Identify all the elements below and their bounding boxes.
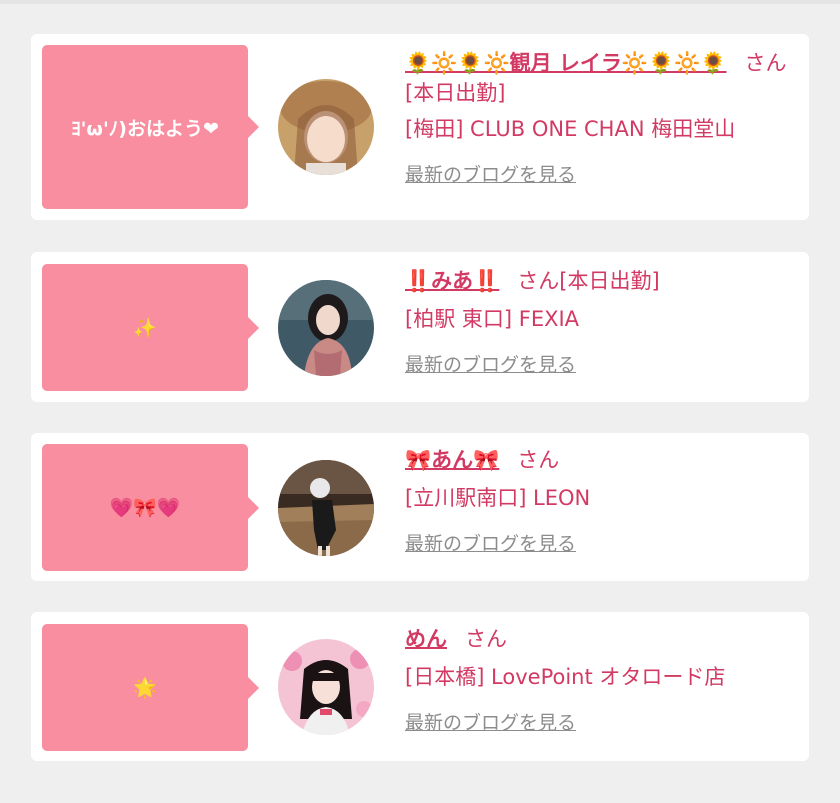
post-card: ✨ ‼️みあ‼️ さん[本日出勤] [柏駅 東口] FEXIA 最新のブログを見る	[31, 252, 809, 402]
message-bubble[interactable]: 💗🎀💗	[42, 444, 259, 571]
latest-blog-link[interactable]: 最新のブログを見る	[405, 350, 799, 380]
message-bubble[interactable]: ﾖ'ω'ﾉ)おはよう❤	[42, 45, 259, 209]
message-text: 💗🎀💗	[109, 497, 181, 519]
message-bubble[interactable]: 🌟	[42, 624, 259, 751]
honorific: さん	[517, 269, 560, 293]
avatar-photo	[278, 639, 374, 735]
honorific: さん	[465, 627, 507, 651]
avatar[interactable]	[278, 460, 374, 556]
girl-name-link[interactable]: 🎀あん🎀	[405, 448, 499, 472]
post-info: ‼️みあ‼️ さん[本日出勤] [柏駅 東口] FEXIA 最新のブログを見る	[405, 266, 799, 380]
shop-name: [梅田] CLUB ONE CHAN 梅田堂山	[405, 117, 736, 141]
status-label: [本日出勤]	[559, 269, 660, 293]
post-card: 🌟 めん さん [日本橋] LovePoint オタロード店 最新のブログを見る	[31, 612, 809, 761]
avatar[interactable]	[278, 639, 374, 735]
avatar-photo	[278, 79, 374, 175]
status-label: [本日出勤]	[405, 81, 506, 105]
avatar[interactable]	[278, 280, 374, 376]
avatar[interactable]	[278, 79, 374, 175]
post-card: 💗🎀💗 🎀あん🎀 さん [立川駅南口] LEON 最新のブログを見る	[31, 433, 809, 581]
post-info: めん さん [日本橋] LovePoint オタロード店 最新のブログを見る	[405, 624, 799, 738]
latest-blog-link[interactable]: 最新のブログを見る	[405, 708, 799, 738]
message-text: ✨	[133, 317, 157, 339]
post-card: ﾖ'ω'ﾉ)おはよう❤ 🌻🔆🌻🔆観月 レイラ🔆🌻🔆🌻 さん [本日出勤] [梅田] …	[31, 34, 809, 220]
message-bubble[interactable]: ✨	[42, 264, 259, 391]
latest-blog-link[interactable]: 最新のブログを見る	[405, 160, 799, 190]
honorific: さん	[517, 448, 560, 472]
shop-name: [日本橋] LovePoint オタロード店	[405, 665, 726, 689]
message-text: 🌟	[133, 677, 157, 699]
shop-name: [立川駅南口] LEON	[405, 486, 591, 510]
girl-name-link[interactable]: 🌻🔆🌻🔆観月 レイラ🔆🌻🔆🌻	[405, 51, 727, 75]
message-text: ﾖ'ω'ﾉ)おはよう❤	[71, 117, 219, 140]
avatar-photo	[278, 280, 374, 376]
post-info: 🌻🔆🌻🔆観月 レイラ🔆🌻🔆🌻 さん [本日出勤] [梅田] CLUB ONE CHA…	[405, 48, 799, 190]
latest-blog-link[interactable]: 最新のブログを見る	[405, 529, 799, 559]
avatar-photo	[278, 460, 374, 556]
diary-feed: ﾖ'ω'ﾉ)おはよう❤ 🌻🔆🌻🔆観月 レイラ🔆🌻🔆🌻 さん[本日出勤] [梅田] …	[0, 0, 840, 803]
honorific: さん	[744, 51, 787, 75]
post-info: 🎀あん🎀 さん [立川駅南口] LEON 最新のブログを見る	[405, 445, 799, 559]
shop-name: [柏駅 東口] FEXIA	[405, 307, 580, 331]
girl-name-link[interactable]: ‼️みあ‼️	[405, 269, 499, 293]
girl-name-link[interactable]: めん	[405, 627, 447, 651]
